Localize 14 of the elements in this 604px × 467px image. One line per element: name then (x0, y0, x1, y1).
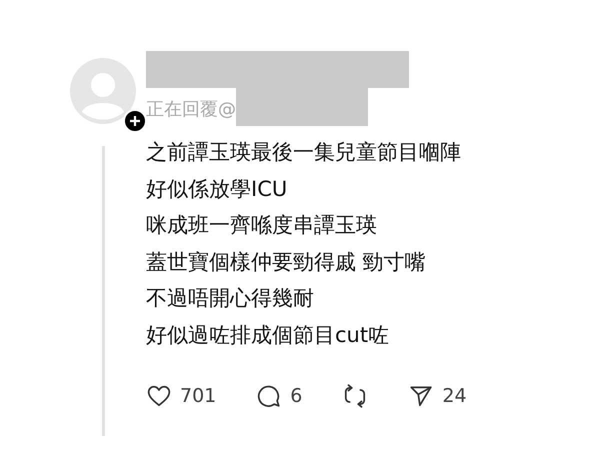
post-text-line: 好似過咗排成個節目cut咗 (146, 322, 390, 348)
post-text-line: 之前譚玉瑛最後一集兒童節目嗰陣 (146, 139, 462, 166)
post-text-line: 蓋世寶個樣仲要勁得戚 勁寸嘴 (146, 248, 427, 276)
post-text-line: 好似係放學ICU (146, 176, 288, 202)
post-text-line: 咪成班一齊喺度串譚玉瑛 (146, 212, 378, 239)
speech-bubble-icon (256, 383, 282, 409)
reply-label: 正在回覆@ (146, 98, 236, 121)
follow-plus-icon[interactable] (123, 109, 147, 133)
heart-icon (146, 383, 172, 409)
comment-button[interactable]: 6 (256, 383, 302, 409)
like-button[interactable]: 701 (146, 383, 216, 409)
post-text-line: 不過唔開心得幾耐 (146, 285, 315, 312)
share-button[interactable]: 24 (408, 383, 467, 409)
avatar[interactable] (70, 58, 136, 124)
